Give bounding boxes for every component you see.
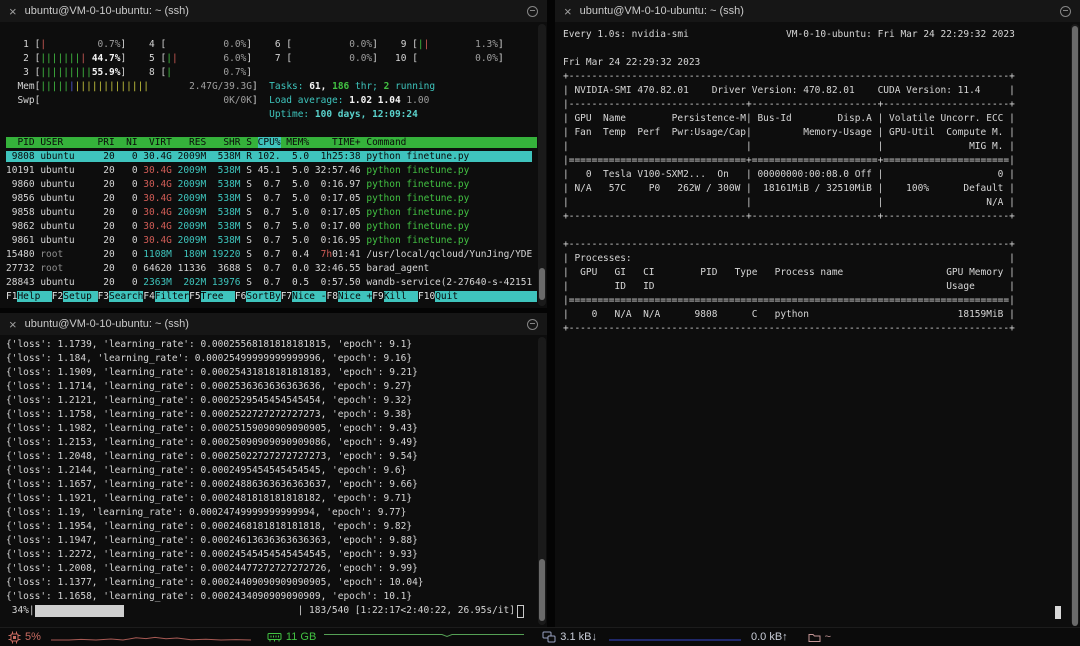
window-title: ubuntu@VM-0-10-ubuntu: ~ (ssh) [25, 5, 189, 17]
scrollbar[interactable] [538, 337, 546, 625]
cpu-chip-icon [8, 631, 21, 644]
network-download-label: 3.1 kB↓ [560, 631, 597, 643]
scrollbar-thumb[interactable] [1072, 26, 1078, 626]
smi-titlebar[interactable]: × ubuntu@VM-0-10-ubuntu: ~ (ssh) [555, 0, 1080, 22]
progress-line: 34%| | 183/540 [1:22:17<2:40:22, 26.95s/… [6, 604, 537, 618]
scrollbar-thumb[interactable] [539, 268, 545, 300]
training-log-terminal-window: × ubuntu@VM-0-10-ubuntu: ~ (ssh) {'loss'… [0, 313, 547, 627]
network-icon [542, 631, 556, 643]
log-titlebar[interactable]: × ubuntu@VM-0-10-ubuntu: ~ (ssh) [0, 313, 547, 335]
window-title: ubuntu@VM-0-10-ubuntu: ~ (ssh) [580, 5, 744, 17]
current-path-label: ~ [825, 631, 831, 643]
progress-bar [35, 605, 298, 617]
network-upload-label: 0.0 kB↑ [751, 631, 788, 643]
log-lines: {'loss': 1.1739, 'learning_rate': 0.0002… [6, 338, 537, 604]
desktop: { "icons": { "close": "×", "collapse": "… [0, 0, 1080, 645]
window-title: ubuntu@VM-0-10-ubuntu: ~ (ssh) [25, 318, 189, 330]
progress-percent: 34%| [6, 604, 35, 618]
training-log-output: {'loss': 1.1739, 'learning_rate': 0.0002… [0, 335, 537, 627]
progress-stats: | 183/540 [1:22:17<2:40:22, 26.95s/it] [298, 604, 515, 618]
collapse-icon[interactable] [1060, 6, 1071, 17]
scrollbar-thumb[interactable] [539, 559, 545, 621]
memory-usage-label: 11 GB [286, 631, 316, 643]
terminal-cursor [1055, 606, 1061, 619]
htop-titlebar[interactable]: × ubuntu@VM-0-10-ubuntu: ~ (ssh) [0, 0, 547, 22]
cpu-history-graph [51, 631, 251, 643]
network-history-graph [609, 631, 741, 643]
scrollbar[interactable] [1071, 24, 1079, 625]
memory-ram-icon [267, 631, 282, 643]
collapse-icon[interactable] [527, 6, 538, 17]
close-icon[interactable]: × [9, 5, 17, 18]
close-icon[interactable]: × [564, 5, 572, 18]
memory-history-graph [324, 631, 524, 643]
terminal-cursor [517, 605, 524, 618]
status-bar: 5% 11 GB 3.1 kB↓ 0.0 kB↑ ~ [0, 627, 1080, 646]
collapse-icon[interactable] [527, 319, 538, 330]
folder-icon [808, 632, 821, 643]
nvidia-smi-output: Every 1.0s: nvidia-smi VM-0-10-ubuntu: F… [555, 22, 1070, 627]
scrollbar[interactable] [538, 24, 546, 306]
htop-output: 1 [| 0.7%] 4 [ 0.0%] 6 [ 0.0%] 9 [|| 1.3… [0, 22, 537, 308]
cpu-usage-label: 5% [25, 631, 41, 643]
htop-terminal-window: × ubuntu@VM-0-10-ubuntu: ~ (ssh) 1 [| 0.… [0, 0, 547, 308]
nvidia-smi-terminal-window: × ubuntu@VM-0-10-ubuntu: ~ (ssh) Every 1… [555, 0, 1080, 627]
close-icon[interactable]: × [9, 318, 17, 331]
progress-bar-fill [35, 605, 124, 617]
